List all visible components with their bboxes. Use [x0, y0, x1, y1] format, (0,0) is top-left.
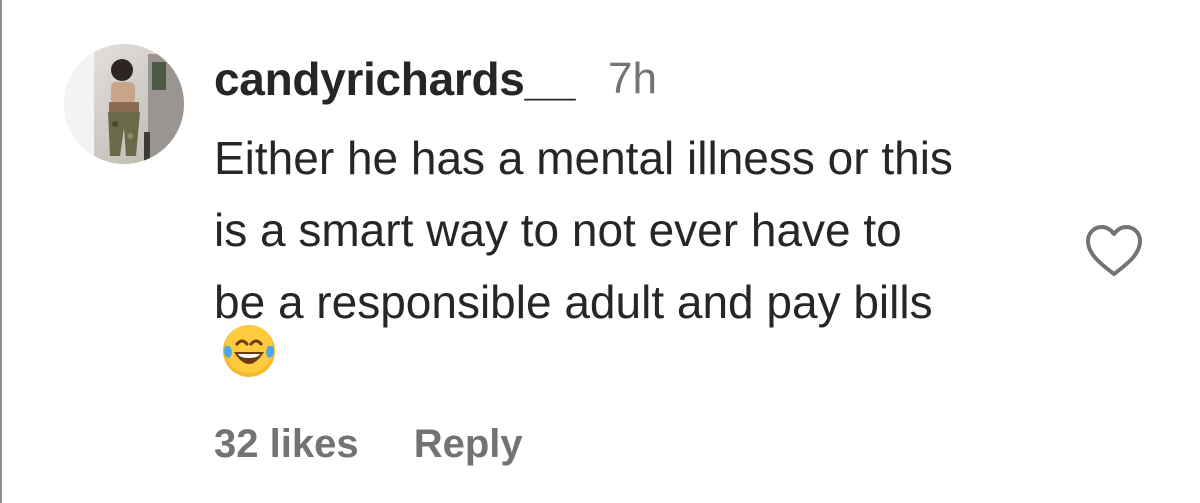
avatar[interactable]	[64, 44, 184, 164]
heart-outline-icon[interactable]	[1084, 222, 1144, 280]
username-link[interactable]: candyrichards__	[214, 52, 575, 106]
comment-text-line: is a smart way to not ever have to	[214, 204, 902, 256]
comment-text: Either he has a mental illness or this i…	[214, 122, 1094, 338]
app-frame: candyrichards__ 7h Either he has a menta…	[0, 0, 1200, 503]
comment-meta: 32 likes Reply	[214, 422, 523, 467]
reply-button[interactable]: Reply	[414, 422, 523, 467]
likes-count-link[interactable]: 32 likes	[214, 422, 359, 467]
comment-text-line: Either he has a mental illness or this	[214, 132, 953, 184]
comment-timestamp: 7h	[608, 54, 657, 103]
comment-text-line: be a responsible adult and pay bills	[214, 276, 933, 328]
face-with-tears-of-joy-icon	[220, 322, 278, 380]
comment-item: candyrichards__ 7h Either he has a menta…	[2, 0, 1200, 503]
avatar-photo	[64, 44, 184, 164]
